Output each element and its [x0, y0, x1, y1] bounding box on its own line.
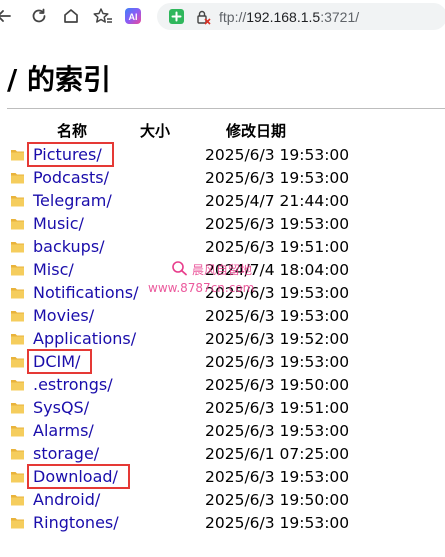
folder-link[interactable]: DCIM/ — [33, 351, 80, 374]
folder-link[interactable]: Applications/ — [33, 328, 136, 351]
folder-icon — [10, 492, 25, 507]
modified-date: 2025/6/3 19:52:00 — [205, 330, 350, 348]
folder-icon — [10, 216, 25, 231]
modified-date: 2025/6/3 19:51:00 — [205, 238, 350, 256]
folder-link[interactable]: Download/ — [33, 466, 118, 489]
modified-date: 2025/6/3 19:53:00 — [205, 353, 350, 371]
reload-icon[interactable] — [27, 4, 51, 28]
folder-icon — [10, 285, 25, 300]
url-host: 192.168.1.5 — [246, 9, 321, 25]
folder-link[interactable]: SysQS/ — [33, 397, 89, 420]
list-item: Music/2025/6/3 19:53:00 — [0, 213, 445, 236]
column-header-size[interactable]: 大小 — [140, 120, 170, 142]
folder-link[interactable]: .estrongs/ — [33, 374, 113, 397]
folder-link[interactable]: Android/ — [33, 489, 100, 512]
list-item: Download/2025/6/3 19:53:00 — [0, 466, 445, 489]
list-item: .estrongs/2025/6/3 19:50:00 — [0, 374, 445, 397]
folder-icon — [10, 515, 25, 530]
folder-icon — [10, 170, 25, 185]
folder-link[interactable]: Alarms/ — [33, 420, 94, 443]
list-item: backups/2025/6/3 19:51:00 — [0, 236, 445, 259]
list-item: Android/2025/6/3 19:50:00 — [0, 489, 445, 512]
folder-icon — [10, 308, 25, 323]
folder-icon — [10, 239, 25, 254]
home-icon[interactable] — [59, 4, 83, 28]
modified-date: 2025/6/1 07:25:00 — [205, 445, 350, 463]
modified-date: 2025/6/3 19:53:00 — [205, 468, 350, 486]
folder-icon — [10, 354, 25, 369]
modified-date: 2025/4/7 21:44:00 — [205, 192, 350, 210]
shield-icon[interactable] — [169, 9, 184, 24]
modified-date: 2025/6/3 19:53:00 — [205, 215, 350, 233]
list-item: Movies/2025/6/3 19:53:00 — [0, 305, 445, 328]
page-title: / 的索引 — [7, 63, 111, 96]
folder-icon — [10, 377, 25, 392]
list-item: Telegram/2025/4/7 21:44:00 — [0, 190, 445, 213]
directory-listing: Pictures/2025/6/3 19:53:00 Podcasts/2025/… — [0, 144, 445, 535]
folder-link[interactable]: storage/ — [33, 443, 99, 466]
back-icon[interactable] — [0, 4, 16, 28]
list-item: DCIM/2025/6/3 19:53:00 — [0, 351, 445, 374]
list-item: Podcasts/2025/6/3 19:53:00 — [0, 167, 445, 190]
folder-icon — [10, 469, 25, 484]
folder-link[interactable]: Podcasts/ — [33, 167, 109, 190]
list-item: storage/2025/6/1 07:25:00 — [0, 443, 445, 466]
modified-date: 2025/6/3 19:50:00 — [205, 491, 350, 509]
modified-date: 2025/6/3 19:53:00 — [205, 146, 350, 164]
not-secure-lock-icon[interactable] — [195, 9, 211, 29]
folder-link[interactable]: Ringtones/ — [33, 512, 119, 535]
modified-date: 2025/6/3 19:50:00 — [205, 376, 350, 394]
folder-link[interactable]: Notifications/ — [33, 282, 139, 305]
folder-link[interactable]: Telegram/ — [33, 190, 112, 213]
modified-date: 2025/6/3 19:53:00 — [205, 514, 350, 532]
list-item: Applications/2025/6/3 19:52:00 — [0, 328, 445, 351]
folder-icon — [10, 262, 25, 277]
watermark-text: 晨风自留地 — [192, 263, 253, 277]
folder-icon — [10, 331, 25, 346]
folder-icon — [10, 193, 25, 208]
folder-link[interactable]: backups/ — [33, 236, 105, 259]
folder-link[interactable]: Misc/ — [33, 259, 74, 282]
favorites-icon[interactable] — [91, 4, 115, 28]
watermark-logo-icon — [171, 260, 189, 276]
divider — [7, 108, 445, 109]
copilot-icon[interactable]: AI — [121, 4, 145, 28]
list-item: SysQS/2025/6/3 19:51:00 — [0, 397, 445, 420]
watermark-url: www.8787cn.com — [148, 281, 255, 295]
column-header-name[interactable]: 名称 — [57, 120, 87, 142]
folder-link[interactable]: Music/ — [33, 213, 84, 236]
svg-text:AI: AI — [129, 12, 138, 22]
modified-date: 2025/6/3 19:53:00 — [205, 307, 350, 325]
list-item: Ringtones/2025/6/3 19:53:00 — [0, 512, 445, 535]
folder-icon — [10, 423, 25, 438]
folder-icon — [10, 446, 25, 461]
modified-date: 2025/6/3 19:53:00 — [205, 169, 350, 187]
list-item: Pictures/2025/6/3 19:53:00 — [0, 144, 445, 167]
folder-icon — [10, 147, 25, 162]
folder-link[interactable]: Pictures/ — [33, 144, 102, 167]
column-header-date[interactable]: 修改日期 — [226, 120, 286, 142]
url-text[interactable]: ftp://192.168.1.5:3721/ — [219, 8, 359, 26]
address-bar[interactable]: ftp://192.168.1.5:3721/ — [157, 3, 445, 30]
url-port: :3721/ — [320, 9, 360, 25]
folder-icon — [10, 400, 25, 415]
modified-date: 2025/6/3 19:51:00 — [205, 399, 350, 417]
folder-link[interactable]: Movies/ — [33, 305, 94, 328]
modified-date: 2025/6/3 19:53:00 — [205, 422, 350, 440]
browser-toolbar: AI ftp://192.168.1.5:3721/ — [0, 0, 445, 34]
list-item: Alarms/2025/6/3 19:53:00 — [0, 420, 445, 443]
url-scheme: ftp:// — [219, 9, 247, 25]
